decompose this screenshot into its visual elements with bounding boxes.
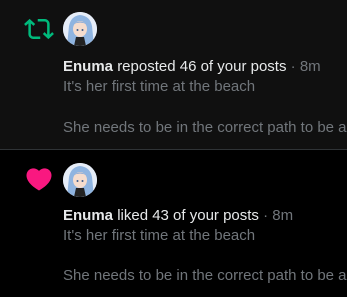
notification-repost[interactable]: Enuma reposted 46 of your posts · 8m It'… [0, 0, 347, 149]
notification-headline: Enuma liked 43 of your posts · 8m [63, 207, 293, 225]
separator: · [263, 207, 269, 224]
repost-icon [24, 18, 54, 40]
heart-icon [26, 168, 52, 191]
timestamp: 8m [299, 58, 321, 75]
post-preview-line1: It's her first time at the beach [63, 227, 256, 244]
avatar[interactable] [63, 12, 97, 46]
user-name[interactable]: Enuma [63, 207, 113, 224]
action-text: liked 43 of your posts [117, 207, 259, 224]
post-preview-line2: She needs to be in the correct path to b… [63, 119, 347, 136]
notification-like[interactable]: Enuma liked 43 of your posts · 8m It's h… [0, 150, 347, 297]
separator: · [290, 58, 296, 75]
post-preview-line2: She needs to be in the correct path to b… [63, 267, 347, 284]
avatar[interactable] [63, 163, 97, 197]
notification-headline: Enuma reposted 46 of your posts · 8m [63, 58, 321, 76]
post-preview-line1: It's her first time at the beach [63, 78, 256, 95]
timestamp: 8m [272, 207, 294, 224]
user-name[interactable]: Enuma [63, 58, 113, 75]
action-text: reposted 46 of your posts [117, 58, 287, 75]
